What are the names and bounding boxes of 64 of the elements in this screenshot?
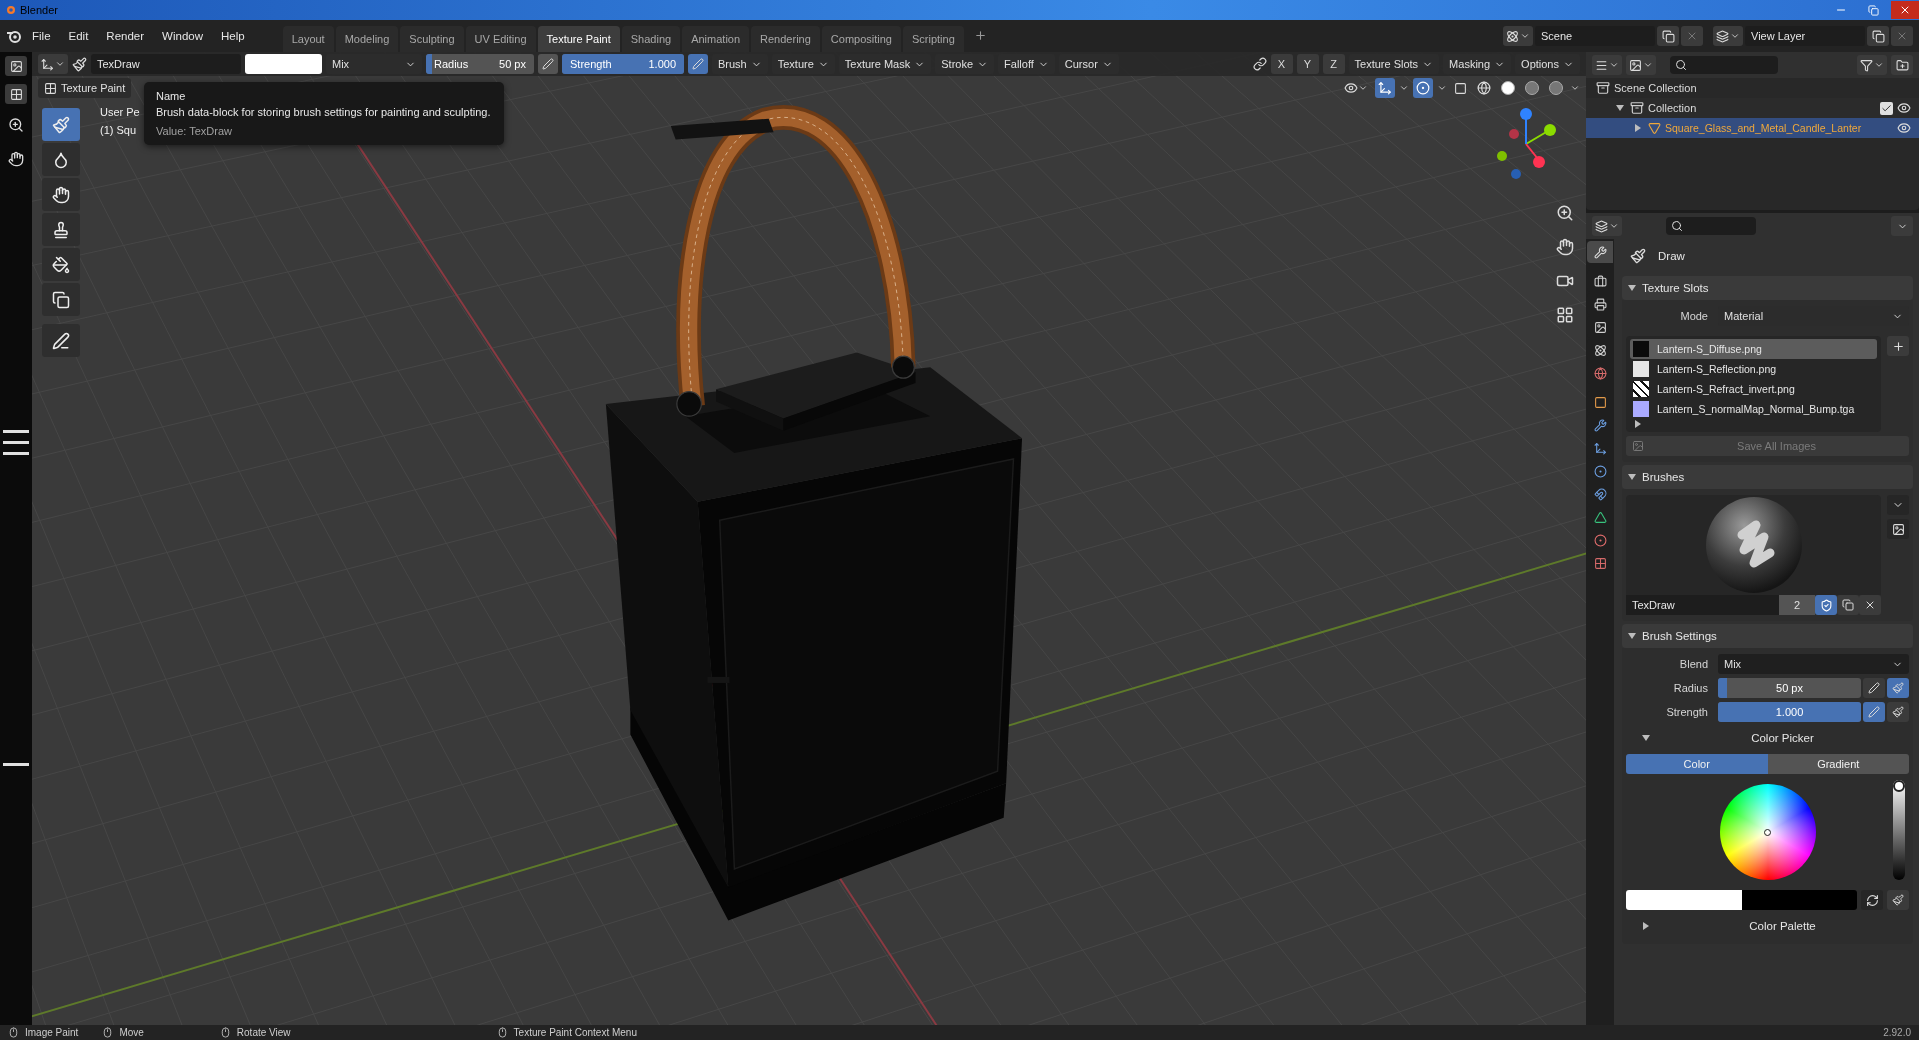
active-tool-name: Draw xyxy=(1658,250,1685,262)
viewport-info-text: (1) Squ xyxy=(100,124,137,136)
menu-item[interactable]: Window xyxy=(154,26,211,46)
axis-toggle[interactable]: Z xyxy=(1322,54,1345,74)
axis-toggle[interactable]: X xyxy=(1270,54,1293,74)
picker-tab[interactable]: Color xyxy=(1626,754,1768,774)
outliner-label: Collection xyxy=(1648,102,1698,114)
version-text: 2.92.0 xyxy=(1883,1027,1911,1038)
workspace-tab[interactable]: Shading xyxy=(621,26,681,52)
menu-item[interactable]: Help xyxy=(213,26,253,46)
setting-label: Strength xyxy=(1665,706,1709,718)
strength-slider[interactable]: Strength 1.000 xyxy=(562,54,684,74)
value-slider[interactable]: 50 px xyxy=(1718,678,1861,698)
outliner-label: Scene Collection xyxy=(1614,82,1698,94)
blend-label: Blend xyxy=(1678,658,1709,670)
panel-header[interactable]: Brushes xyxy=(1622,465,1913,489)
menu-item[interactable]: File xyxy=(24,26,59,46)
tooltip-value: Value: TexDraw xyxy=(156,125,234,137)
texture-slot-name: Lantern_S_normalMap_Normal_Bump.tga xyxy=(1657,403,1855,415)
view-layer-field[interactable]: View Layer xyxy=(1745,26,1865,46)
texture-slot-name: Lantern-S_Refract_invert.png xyxy=(1657,383,1795,395)
radius-slider[interactable]: Radius 50 px xyxy=(426,54,534,74)
workspace-tab[interactable]: Animation xyxy=(682,26,750,52)
panel-header[interactable]: Color Picker xyxy=(1626,726,1909,750)
blend-dropdown[interactable]: Mix xyxy=(1718,654,1909,674)
status-hint: Rotate View xyxy=(236,1027,291,1038)
outliner-label: Square_Glass_and_Metal_Candle_Lanter xyxy=(1665,122,1863,134)
scene-field[interactable]: Scene xyxy=(1535,26,1655,46)
panel-header[interactable]: Brush Settings xyxy=(1622,624,1913,648)
workspace-tab[interactable]: Texture Paint xyxy=(537,26,620,52)
texture-slot-row[interactable]: Lantern-S_Reflection.png xyxy=(1630,359,1877,379)
status-hint: Texture Paint Context Menu xyxy=(513,1027,637,1038)
setting-label: Radius xyxy=(1672,682,1709,694)
brush-name-field[interactable]: TexDraw xyxy=(91,54,241,74)
outliner-row[interactable]: Square_Glass_and_Metal_Candle_Lanter xyxy=(1586,118,1919,138)
texture-slot-name: Lantern-S_Reflection.png xyxy=(1657,363,1777,375)
picker-tab[interactable]: Gradient xyxy=(1767,754,1909,774)
panel-header[interactable]: Texture Slots xyxy=(1622,276,1913,300)
mode-label: Mode xyxy=(1679,310,1709,322)
workspace-tab[interactable]: Layout xyxy=(282,26,334,52)
workspace-tab[interactable]: Rendering xyxy=(751,26,820,52)
menu-item[interactable]: Edit xyxy=(60,26,97,46)
workspace-tab[interactable]: Scripting xyxy=(902,26,964,52)
window-title: Blender xyxy=(20,4,59,16)
texture-slot-name: Lantern-S_Diffuse.png xyxy=(1657,343,1762,355)
axis-toggle[interactable]: Y xyxy=(1296,54,1319,74)
texture-slot-row[interactable]: Lantern-S_Refract_invert.png xyxy=(1630,379,1877,399)
texture-slot-row[interactable]: Lantern-S_Diffuse.png xyxy=(1630,339,1877,359)
workspace-tab[interactable]: Compositing xyxy=(821,26,901,52)
brush-name-field[interactable]: TexDraw xyxy=(1626,595,1779,615)
texture-slot-row[interactable]: Lantern_S_normalMap_Normal_Bump.tga xyxy=(1630,399,1877,419)
status-hint: Image Paint xyxy=(25,1027,79,1038)
workspace-tab[interactable]: UV Editing xyxy=(465,26,536,52)
panel-header[interactable]: Color Palette xyxy=(1626,914,1909,938)
value-slider[interactable]: 1.000 xyxy=(1718,702,1861,722)
status-hint: Move xyxy=(119,1027,144,1038)
workspace-tab[interactable]: Sculpting xyxy=(400,26,464,52)
viewport-info-text: User Pe xyxy=(100,106,140,118)
user-count-field[interactable]: 2 xyxy=(1779,595,1815,615)
tooltip-description: Brush data-block for storing brush settings for painting and sculpting. xyxy=(156,106,491,118)
menu-item[interactable]: Render xyxy=(98,26,153,46)
tooltip-title: Name xyxy=(156,90,187,102)
workspace-tab[interactable]: Modeling xyxy=(335,26,399,52)
mode-dropdown[interactable]: Texture Paint xyxy=(38,78,132,98)
